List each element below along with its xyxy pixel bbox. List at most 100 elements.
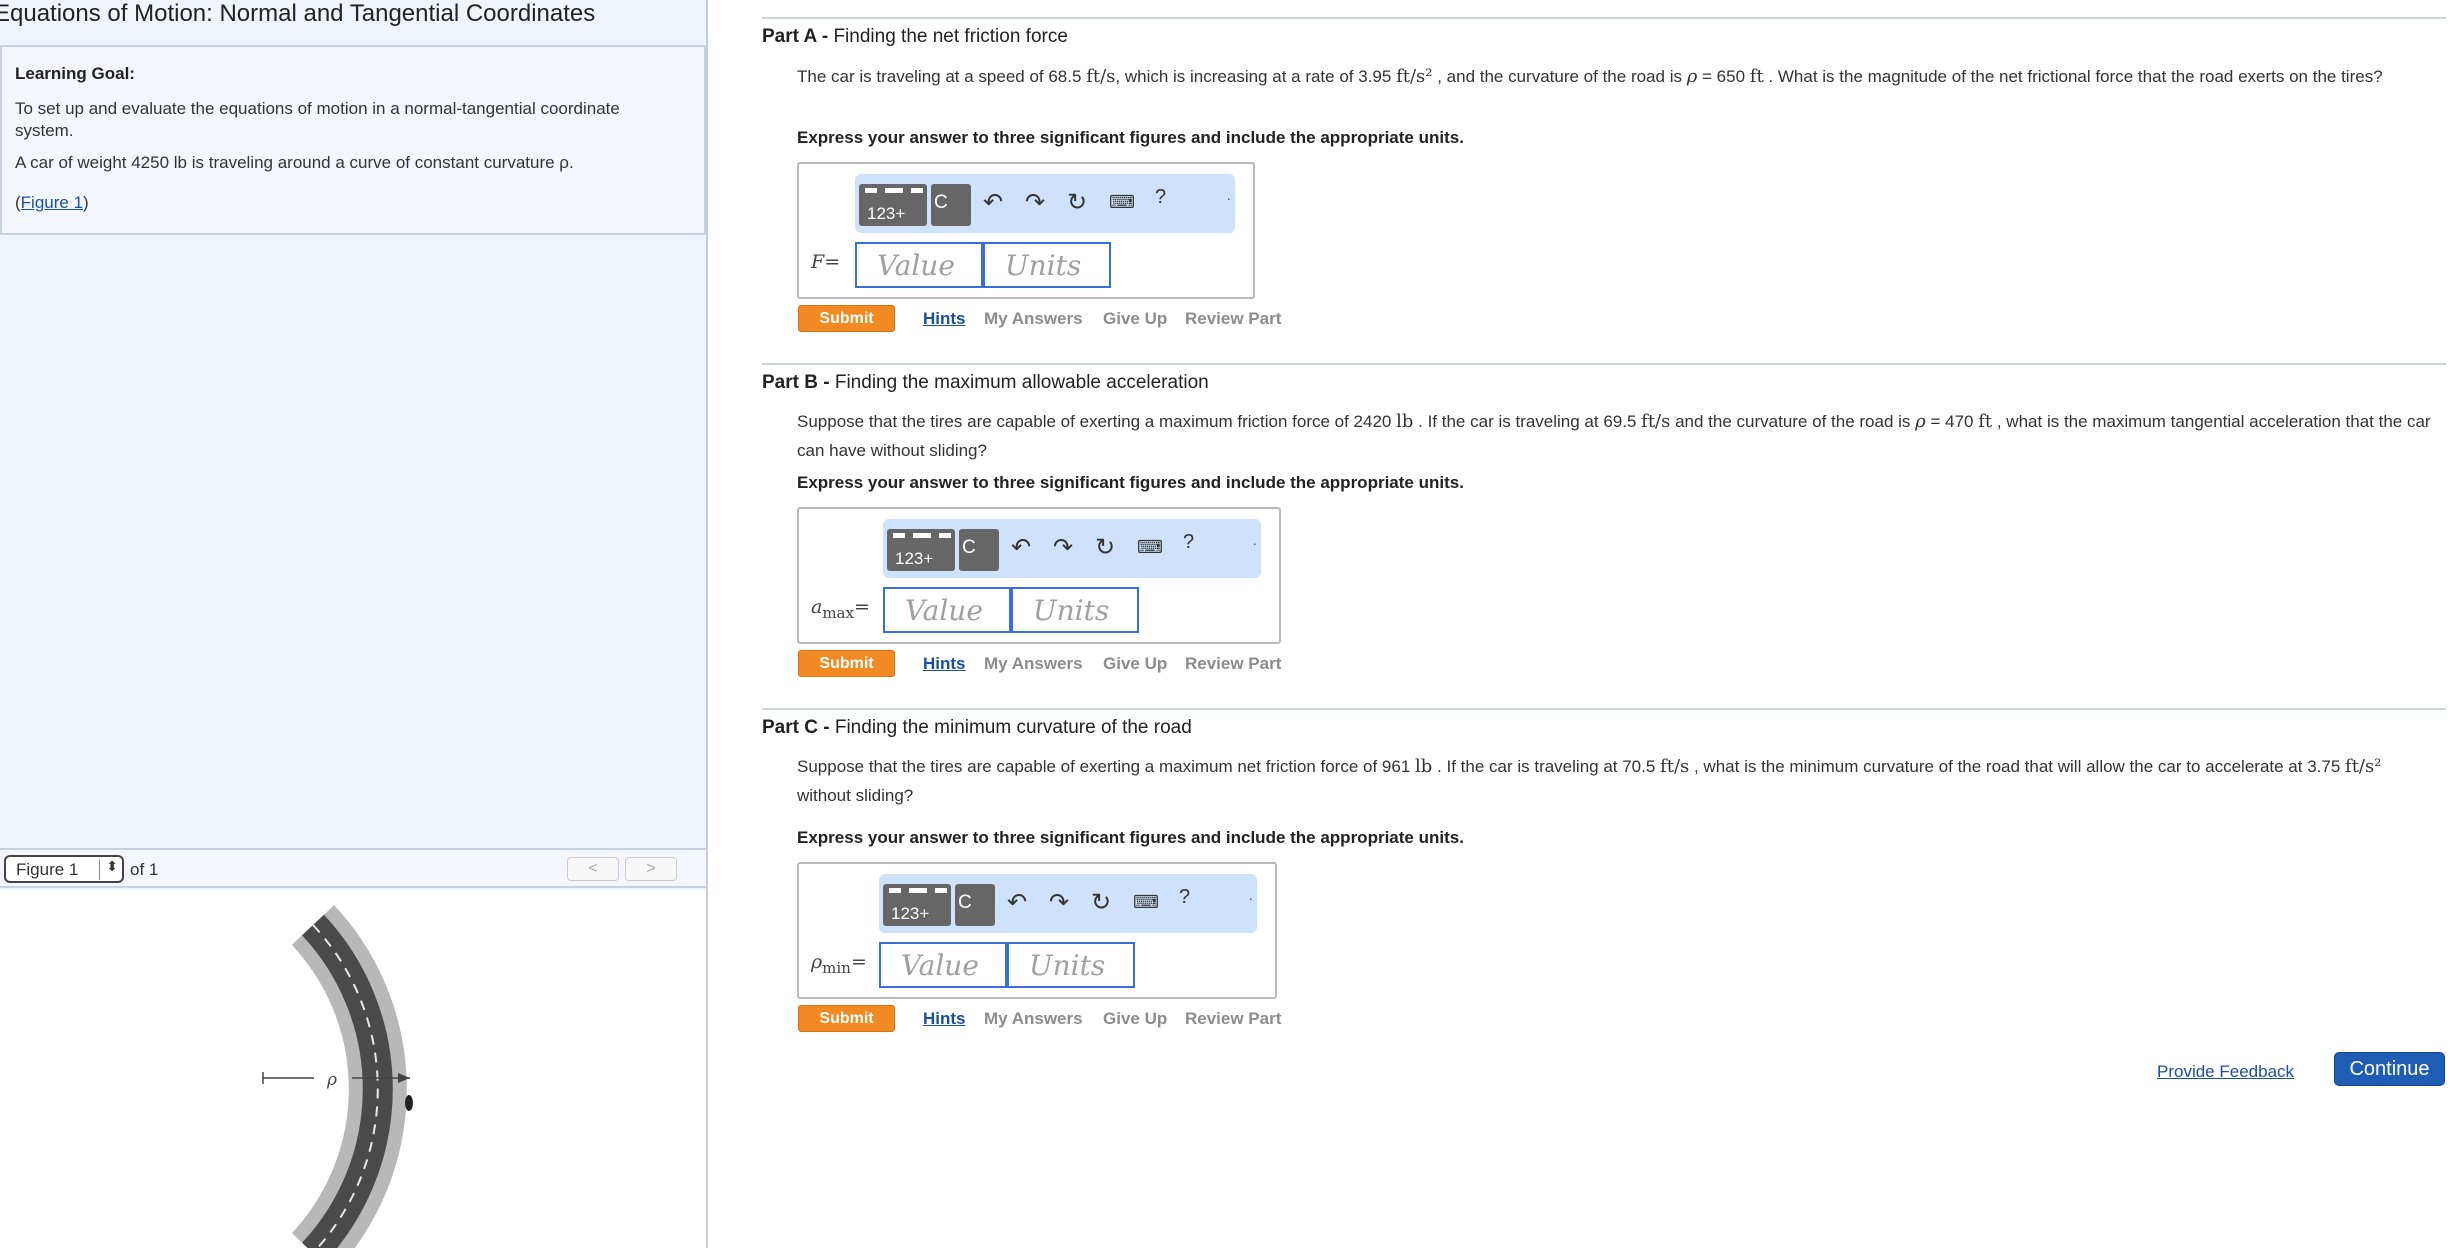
q-text: . What is the magnitude of the net frict… bbox=[1768, 67, 2383, 86]
part-c-instruction: Express your answer to three significant… bbox=[797, 828, 1464, 847]
part-a-my-answers-link[interactable]: My Answers bbox=[984, 309, 1083, 329]
part-c-give-up-link[interactable]: Give Up bbox=[1103, 1009, 1167, 1029]
tmpl-bar bbox=[893, 533, 905, 538]
part-b-hints-link[interactable]: Hints bbox=[923, 654, 966, 674]
reset-icon[interactable]: ↻ bbox=[1091, 888, 1111, 917]
part-a-answer-box: 123+ C ↶ ↷ ↻ ⌨ ? · F= bbox=[797, 162, 1255, 299]
tmpl-bar bbox=[939, 533, 951, 538]
q-text: Suppose that the tires are capable of ex… bbox=[797, 757, 1411, 776]
tmpl-bar bbox=[889, 888, 901, 893]
more-icon[interactable]: · bbox=[1252, 535, 1257, 551]
part-c-answer-box: 123+ C ↶ ↷ ↻ ⌨ ? · ρmin= bbox=[797, 862, 1277, 999]
more-icon[interactable]: · bbox=[1226, 190, 1231, 206]
tmpl-bar bbox=[865, 188, 877, 193]
keyboard-icon[interactable]: ⌨ bbox=[1109, 192, 1135, 213]
figure-select[interactable]: Figure 1 ⬍ bbox=[4, 855, 124, 883]
part-a-variable: F= bbox=[811, 251, 840, 277]
templates-button[interactable]: 123+ bbox=[883, 884, 951, 926]
part-c-units-input[interactable] bbox=[1007, 942, 1135, 988]
part-a-units-input[interactable] bbox=[983, 242, 1111, 288]
learning-goal-box: Learning Goal: To set up and evaluate th… bbox=[0, 45, 706, 235]
part-a-review-link[interactable]: Review Part bbox=[1185, 309, 1281, 329]
q-text: without sliding? bbox=[797, 786, 914, 805]
q-text: . If the car is traveling at 70.5 bbox=[1437, 757, 1656, 776]
part-c-review-link[interactable]: Review Part bbox=[1185, 1009, 1281, 1029]
var-main: F bbox=[811, 251, 825, 273]
templates-button[interactable]: 123+ bbox=[887, 529, 955, 571]
part-b-submit-button[interactable]: Submit bbox=[798, 650, 895, 677]
q-unit: ft/s bbox=[1086, 66, 1116, 87]
part-b-title: Part B - Finding the maximum allowable a… bbox=[762, 372, 1209, 394]
redo-icon[interactable]: ↷ bbox=[1053, 533, 1073, 562]
math-toolbar: 123+ C ↶ ↷ ↻ ⌨ ? · bbox=[855, 174, 1235, 233]
q-text: = 650 bbox=[1702, 67, 1746, 86]
figure-area: ρ bbox=[0, 890, 706, 1248]
keyboard-icon[interactable]: ⌨ bbox=[1137, 537, 1163, 558]
provide-feedback-link[interactable]: Provide Feedback bbox=[2157, 1062, 2294, 1082]
part-b-units-input[interactable] bbox=[1011, 587, 1139, 633]
redo-icon[interactable]: ↷ bbox=[1049, 888, 1069, 917]
part-a-title-text: Finding the net friction force bbox=[833, 26, 1068, 47]
reset-icon[interactable]: ↻ bbox=[1067, 188, 1087, 217]
undo-icon[interactable]: ↶ bbox=[983, 188, 1003, 217]
part-b-value-input[interactable] bbox=[883, 587, 1011, 633]
part-c-letter: Part C - bbox=[762, 717, 830, 738]
part-a-give-up-link[interactable]: Give Up bbox=[1103, 309, 1167, 329]
part-b-my-answers-link[interactable]: My Answers bbox=[984, 654, 1083, 674]
undo-icon[interactable]: ↶ bbox=[1011, 533, 1031, 562]
var-sub: max bbox=[822, 603, 854, 622]
templates-button[interactable]: 123+ bbox=[859, 184, 927, 226]
part-a-letter: Part A - bbox=[762, 26, 829, 47]
greek-symbols-button[interactable]: C bbox=[931, 184, 971, 226]
help-button[interactable]: ? bbox=[1179, 886, 1190, 909]
part-a-divider bbox=[762, 17, 2446, 19]
q-unit: ft/s² bbox=[2345, 756, 2382, 777]
undo-icon[interactable]: ↶ bbox=[1007, 888, 1027, 917]
part-b-title-text: Finding the maximum allowable accelerati… bbox=[834, 372, 1209, 393]
greek-label: C bbox=[958, 892, 972, 913]
part-a-hints-link[interactable]: Hints bbox=[923, 309, 966, 329]
tmpl-bar bbox=[935, 888, 947, 893]
part-c-my-answers-link[interactable]: My Answers bbox=[984, 1009, 1083, 1029]
greek-symbols-button[interactable]: C bbox=[959, 529, 999, 571]
greek-label: C bbox=[934, 192, 948, 213]
part-c-value-input[interactable] bbox=[879, 942, 1007, 988]
part-a-submit-button[interactable]: Submit bbox=[798, 305, 895, 332]
car-marker bbox=[405, 1095, 413, 1111]
q-text: = 470 bbox=[1930, 412, 1974, 431]
redo-icon[interactable]: ↷ bbox=[1025, 188, 1045, 217]
rho-label: ρ bbox=[326, 1070, 337, 1090]
part-c-title-text: Finding the minimum curvature of the roa… bbox=[834, 717, 1192, 738]
part-a-value-input[interactable] bbox=[855, 242, 983, 288]
q-text: , and the curvature of the road is bbox=[1432, 67, 1682, 86]
q-text: Suppose that the tires are capable of ex… bbox=[797, 412, 1392, 431]
next-figure-button[interactable]: > bbox=[625, 857, 677, 881]
help-button[interactable]: ? bbox=[1155, 186, 1166, 209]
updown-arrows-icon: ⬍ bbox=[106, 858, 118, 874]
part-c-question: Suppose that the tires are capable of ex… bbox=[797, 752, 2437, 810]
part-c-hints-link[interactable]: Hints bbox=[923, 1009, 966, 1029]
continue-button[interactable]: Continue bbox=[2334, 1052, 2445, 1086]
learning-goal-text: To set up and evaluate the equations of … bbox=[15, 99, 620, 140]
app-root: Equations of Motion: Normal and Tangenti… bbox=[0, 0, 2450, 1248]
tmpl-bar bbox=[885, 188, 903, 193]
greek-symbols-button[interactable]: C bbox=[955, 884, 995, 926]
reset-icon[interactable]: ↻ bbox=[1095, 533, 1115, 562]
var-main: ρ bbox=[811, 951, 823, 973]
greek-label: C bbox=[962, 537, 976, 558]
part-b-letter: Part B - bbox=[762, 372, 830, 393]
q-unit: ft/s² bbox=[1396, 66, 1433, 87]
learning-goal-heading: Learning Goal: bbox=[15, 64, 135, 83]
left-pane: Equations of Motion: Normal and Tangenti… bbox=[0, 0, 708, 1248]
q-rho: ρ bbox=[1915, 411, 1926, 432]
keyboard-icon[interactable]: ⌨ bbox=[1133, 892, 1159, 913]
figure-1-link[interactable]: Figure 1 bbox=[21, 193, 83, 212]
part-b-review-link[interactable]: Review Part bbox=[1185, 654, 1281, 674]
prev-figure-button[interactable]: < bbox=[567, 857, 619, 881]
tmpl-bar bbox=[913, 533, 931, 538]
help-button[interactable]: ? bbox=[1183, 531, 1194, 554]
part-b-give-up-link[interactable]: Give Up bbox=[1103, 654, 1167, 674]
select-separator bbox=[99, 860, 100, 880]
more-icon[interactable]: · bbox=[1248, 890, 1253, 906]
part-c-submit-button[interactable]: Submit bbox=[798, 1005, 895, 1032]
